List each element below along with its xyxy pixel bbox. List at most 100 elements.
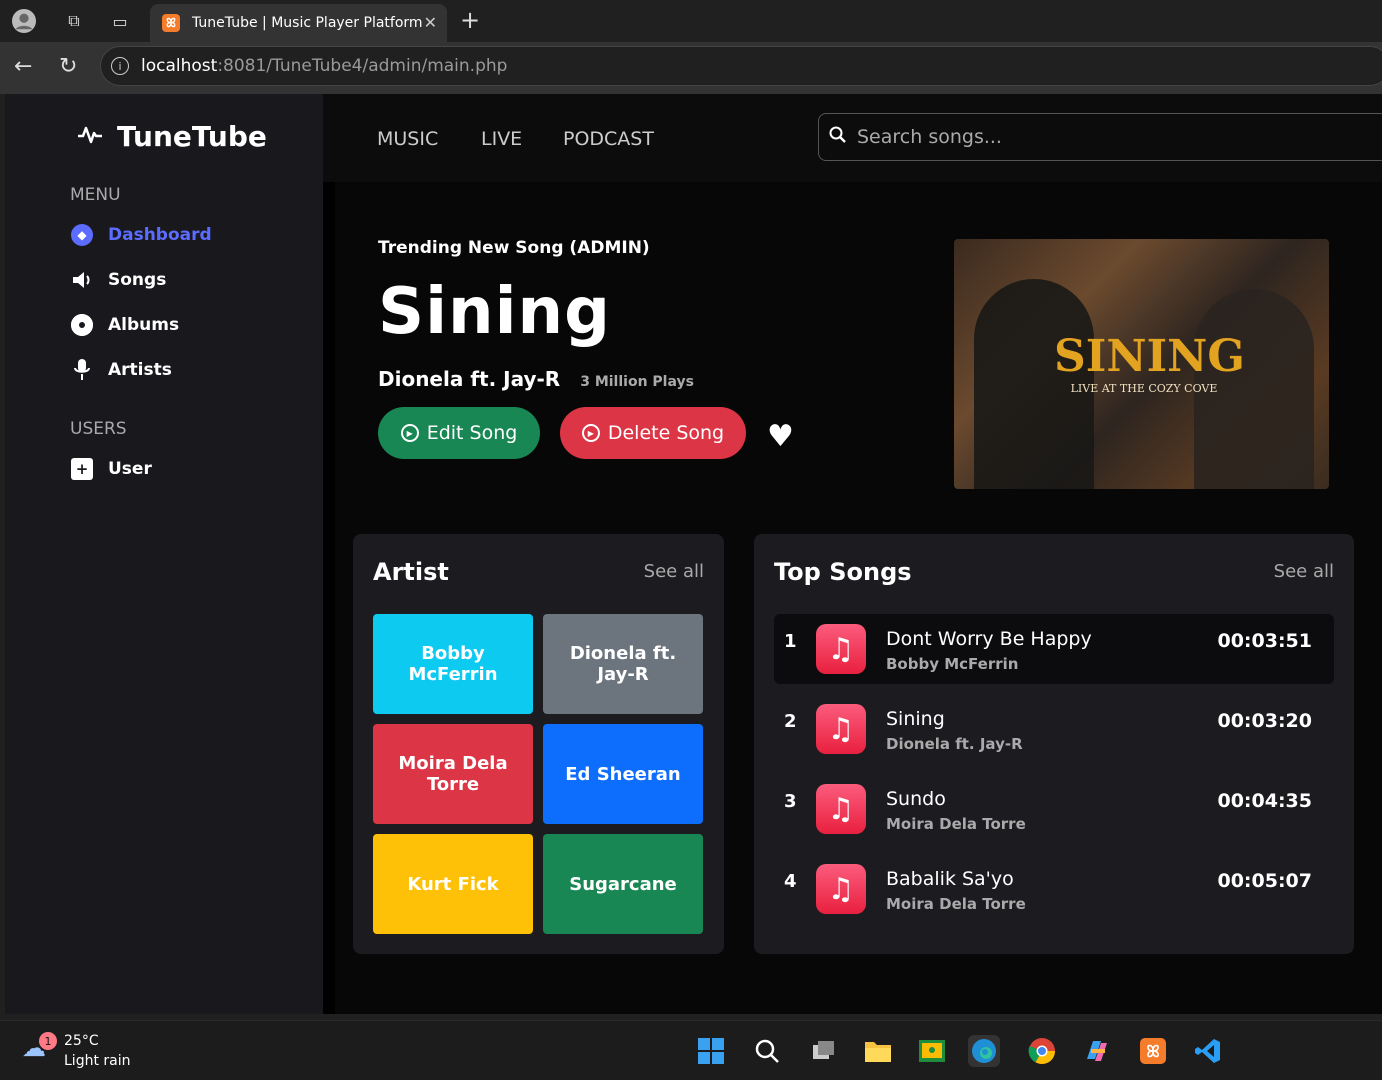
music-note-icon: ♫ (816, 864, 866, 914)
song-row[interactable]: 1 ♫ Dont Worry Be Happy Bobby McFerrin 0… (774, 614, 1334, 684)
sidebar-item-label: Artists (108, 360, 172, 380)
delete-song-button[interactable]: ▶ Delete Song (560, 407, 746, 459)
hero-artist: Dionela ft. Jay-R (378, 367, 561, 391)
edit-song-label: Edit Song (426, 422, 518, 444)
cloud-rain-icon: ☁ 1 (22, 1032, 57, 1068)
song-rank: 3 (784, 791, 797, 812)
site-info-icon[interactable]: i (111, 57, 129, 75)
song-title: Dont Worry Be Happy (886, 628, 1092, 650)
weather-widget[interactable]: ☁ 1 25°C Light rain (22, 1031, 131, 1071)
search-input[interactable] (857, 126, 1357, 148)
weather-desc: Light rain (64, 1053, 131, 1069)
song-artist: Moira Dela Torre (886, 895, 1026, 913)
search-taskbar-icon[interactable] (751, 1035, 783, 1067)
vscode-icon[interactable] (1192, 1035, 1224, 1067)
chrome-icon[interactable] (1026, 1035, 1058, 1067)
workspaces-icon[interactable]: ⧉ (62, 9, 86, 33)
edge-browser-icon[interactable] (968, 1035, 1000, 1067)
sidebar: TuneTube MENU ◆ Dashboard Songs Albums A… (5, 94, 323, 1014)
new-tab-icon[interactable]: + (460, 6, 480, 34)
weather-text: 25°C Light rain (64, 1031, 131, 1071)
song-duration: 00:05:07 (1217, 870, 1312, 892)
url-field[interactable]: i localhost :8081/TuneTube4/admin/main.p… (100, 46, 1382, 86)
sidebar-item-user[interactable]: + User (71, 458, 152, 480)
classroom-icon[interactable] (916, 1035, 948, 1067)
weather-temp: 25°C (64, 1033, 99, 1049)
song-title: Sundo (886, 788, 946, 810)
back-icon[interactable]: ← (14, 54, 32, 79)
brand-name: TuneTube (117, 120, 267, 153)
disc-icon (71, 314, 93, 336)
pulse-icon (77, 123, 103, 151)
song-duration: 00:04:35 (1217, 790, 1312, 812)
sidebar-item-label: Albums (108, 315, 180, 335)
music-note-icon: ♫ (816, 784, 866, 834)
close-tab-icon[interactable]: ✕ (424, 13, 437, 32)
browser-tab-bar: ⧉ ▭ ꕤ TuneTube | Music Player Platform ✕… (0, 0, 1382, 42)
artist-card[interactable]: Ed Sheeran (543, 724, 703, 824)
heart-icon[interactable]: ♥ (767, 419, 794, 454)
artist-grid: Bobby McFerrin Dionela ft. Jay-R Moira D… (373, 614, 703, 934)
copilot-icon[interactable] (1081, 1035, 1113, 1067)
delete-song-label: Delete Song (607, 422, 725, 444)
url-host: localhost (141, 56, 218, 76)
windows-start-icon[interactable] (695, 1035, 727, 1067)
nav-music[interactable]: MUSIC (377, 128, 438, 150)
main-content: Trending New Song (ADMIN) Sining Dionela… (335, 182, 1382, 1014)
file-explorer-icon[interactable] (862, 1035, 894, 1067)
brand-logo[interactable]: TuneTube (77, 120, 267, 153)
artist-panel: Artist See all Bobby McFerrin Dionela ft… (353, 534, 724, 954)
sidebar-item-label: Dashboard (108, 225, 212, 245)
xampp-icon[interactable]: ꕤ (1137, 1035, 1169, 1067)
music-note-icon: ♫ (816, 704, 866, 754)
song-rank: 2 (784, 711, 797, 732)
song-duration: 00:03:20 (1217, 710, 1312, 732)
hero-eyebrow: Trending New Song (ADMIN) (378, 238, 650, 258)
artist-card[interactable]: Bobby McFerrin (373, 614, 533, 714)
artist-card[interactable]: Kurt Fick (373, 834, 533, 934)
hero-song-title: Sining (378, 275, 611, 349)
song-artist: Moira Dela Torre (886, 815, 1026, 833)
mic-icon (71, 359, 93, 381)
hero-artist-line: Dionela ft. Jay-R 3 Million Plays (378, 367, 694, 391)
artist-card[interactable]: Moira Dela Torre (373, 724, 533, 824)
tab-actions-icon[interactable]: ▭ (108, 9, 132, 33)
song-row[interactable]: 2 ♫ Sining Dionela ft. Jay-R 00:03:20 (774, 694, 1334, 764)
artist-see-all-link[interactable]: See all (644, 561, 704, 582)
users-section-title: USERS (70, 419, 127, 439)
artist-card[interactable]: Sugarcane (543, 834, 703, 934)
edit-song-button[interactable]: ▶ Edit Song (378, 407, 540, 459)
song-artist: Bobby McFerrin (886, 655, 1019, 673)
song-rank: 4 (784, 871, 797, 892)
top-songs-title: Top Songs (774, 558, 912, 586)
profile-icon[interactable] (12, 9, 36, 33)
search-icon (827, 126, 849, 148)
song-row[interactable]: 3 ♫ Sundo Moira Dela Torre 00:04:35 (774, 774, 1334, 844)
play-circle-icon: ▶ (400, 424, 419, 442)
nav-live[interactable]: LIVE (481, 128, 522, 150)
sidebar-item-albums[interactable]: Albums (71, 314, 179, 336)
sidebar-item-songs[interactable]: Songs (71, 269, 166, 291)
tab-title: TuneTube | Music Player Platform (192, 15, 423, 31)
top-songs-list: 1 ♫ Dont Worry Be Happy Bobby McFerrin 0… (774, 614, 1334, 934)
song-row[interactable]: 4 ♫ Babalik Sa'yo Moira Dela Torre 00:05… (774, 854, 1334, 924)
browser-tab[interactable]: ꕤ TuneTube | Music Player Platform ✕ (150, 4, 447, 42)
songs-see-all-link[interactable]: See all (1274, 561, 1334, 582)
song-title: Sining (886, 708, 945, 730)
top-nav: MUSIC LIVE PODCAST (323, 94, 1382, 182)
dashboard-icon: ◆ (71, 224, 93, 246)
top-songs-panel: Top Songs See all 1 ♫ Dont Worry Be Happ… (754, 534, 1354, 954)
artist-card[interactable]: Dionela ft. Jay-R (543, 614, 703, 714)
plus-square-icon: + (71, 458, 93, 480)
hero-plays: 3 Million Plays (580, 374, 694, 390)
menu-section-title: MENU (70, 185, 121, 205)
nav-podcast[interactable]: PODCAST (563, 128, 654, 150)
task-view-icon[interactable] (807, 1035, 839, 1067)
sidebar-item-artists[interactable]: Artists (71, 359, 172, 381)
music-note-icon: ♫ (816, 624, 866, 674)
search-box[interactable] (818, 113, 1382, 161)
reload-icon[interactable]: ↻ (59, 54, 77, 79)
song-duration: 00:03:51 (1217, 630, 1312, 652)
sidebar-item-dashboard[interactable]: ◆ Dashboard (71, 224, 212, 246)
windows-taskbar: ☁ 1 25°C Light rain ꕤ (0, 1020, 1382, 1080)
